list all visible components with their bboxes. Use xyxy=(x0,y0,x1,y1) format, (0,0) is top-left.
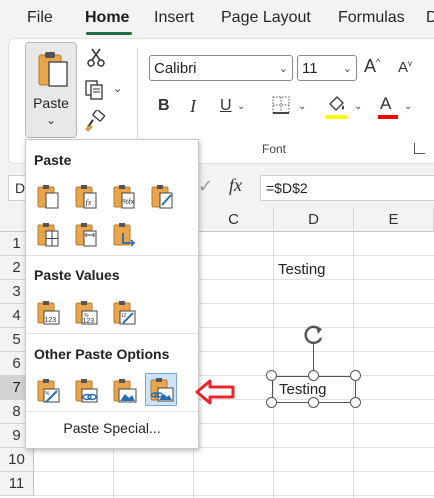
column-header-d[interactable]: D xyxy=(274,208,354,232)
paste-icon[interactable] xyxy=(35,183,61,211)
svg-text:123: 123 xyxy=(83,318,95,325)
active-tab-indicator xyxy=(86,32,132,35)
font-color-swatch xyxy=(378,115,398,119)
tab-insert[interactable]: Insert xyxy=(154,9,194,27)
resize-handle[interactable] xyxy=(350,370,361,381)
svg-text:12: 12 xyxy=(121,313,127,319)
font-color-button[interactable]: A xyxy=(380,94,391,114)
grid-line xyxy=(34,495,434,496)
tab-home[interactable]: Home xyxy=(85,9,129,27)
chevron-down-icon[interactable]: ⌄ xyxy=(113,82,122,95)
values-icon[interactable]: 123 xyxy=(35,299,61,327)
fill-color-swatch xyxy=(325,115,347,119)
no-borders-icon[interactable] xyxy=(35,221,61,249)
dialog-launcher-icon[interactable] xyxy=(414,143,425,154)
column-header-c[interactable]: C xyxy=(194,208,274,232)
chevron-down-icon[interactable]: ⌄ xyxy=(354,101,362,112)
scissors-icon[interactable] xyxy=(87,47,105,67)
paste-formulas-number-format-icon[interactable]: %fx xyxy=(111,183,137,211)
tab-file[interactable]: File xyxy=(27,9,53,27)
picture-icon[interactable] xyxy=(111,377,137,405)
font-group-label: Font xyxy=(262,142,287,156)
chevron-down-icon: ⌄ xyxy=(342,63,352,75)
ribbon-separator xyxy=(137,48,138,148)
grow-font-letter: A xyxy=(364,56,377,76)
values-number-format-icon[interactable]: % 123 xyxy=(73,299,99,327)
resize-handle[interactable] xyxy=(266,370,277,381)
row-header[interactable]: 10 xyxy=(0,448,34,472)
tab-formulas[interactable]: Formulas xyxy=(338,9,405,27)
formula-input[interactable]: =$D$2 xyxy=(260,175,434,201)
linked-picture-text: Testing xyxy=(279,381,327,398)
chevron-down-icon: ⌄ xyxy=(45,113,57,127)
resize-handle[interactable] xyxy=(266,397,277,408)
row-header[interactable]: 11 xyxy=(0,472,34,496)
font-size-dropdown[interactable]: 11 ⌄ xyxy=(297,55,357,81)
bold-button[interactable]: B xyxy=(158,97,170,115)
formula-value: =$D$2 xyxy=(266,180,308,196)
keep-source-formatting-icon[interactable] xyxy=(149,183,175,211)
clipboard-icon xyxy=(38,52,68,87)
chevron-down-icon[interactable]: ⌄ xyxy=(237,101,245,112)
name-box-value: D xyxy=(15,180,26,196)
increase-font-size-button[interactable]: A^ xyxy=(364,56,380,77)
svg-text:123: 123 xyxy=(45,317,57,324)
fill-color-icon[interactable] xyxy=(326,94,348,116)
keep-column-widths-icon[interactable] xyxy=(73,221,99,249)
menu-bar: File Home Insert Page Layout Formulas D xyxy=(0,0,434,38)
linked-picture-icon xyxy=(150,378,174,402)
resize-handle[interactable] xyxy=(308,397,319,408)
svg-text:%fx: %fx xyxy=(123,199,135,206)
values-source-formatting-icon[interactable]: 12 xyxy=(111,299,137,327)
font-size-value: 11 xyxy=(302,60,318,77)
grid-line xyxy=(34,471,434,472)
paste-button[interactable]: Paste ⌄ xyxy=(25,42,77,138)
column-header-e[interactable]: E xyxy=(354,208,434,232)
grid-line xyxy=(273,232,274,498)
tab-data[interactable]: D xyxy=(426,9,434,27)
cancel-check-icon[interactable]: ✓ xyxy=(198,176,213,197)
grid-line xyxy=(353,232,354,498)
chevron-down-icon[interactable]: ⌄ xyxy=(298,101,306,112)
formatting-icon[interactable]: % xyxy=(35,377,61,405)
section-paste-values: Paste Values xyxy=(34,267,120,283)
paste-options-menu: Paste fx %fx Paste Values 123 % 123 12 O… xyxy=(25,139,199,449)
menu-separator xyxy=(26,411,198,412)
italic-button[interactable]: I xyxy=(190,96,196,117)
menu-separator xyxy=(26,333,198,334)
svg-text:%: % xyxy=(45,391,50,397)
decrease-font-size-button[interactable]: Av xyxy=(398,59,412,76)
menu-separator xyxy=(26,255,198,256)
paste-formulas-icon[interactable]: fx xyxy=(73,183,99,211)
section-other-paste-options: Other Paste Options xyxy=(34,346,170,362)
paste-special-item[interactable]: Paste Special... xyxy=(26,420,198,436)
paste-label: Paste xyxy=(33,95,69,111)
paste-link-icon[interactable] xyxy=(73,377,99,405)
underline-button[interactable]: U xyxy=(220,97,232,115)
tab-page-layout[interactable]: Page Layout xyxy=(221,9,311,27)
chevron-down-icon: ⌄ xyxy=(278,63,288,75)
red-arrow-icon xyxy=(195,379,235,405)
resize-handle[interactable] xyxy=(350,397,361,408)
copy-icon[interactable] xyxy=(84,79,106,101)
chevron-down-icon[interactable]: ⌄ xyxy=(404,101,412,112)
shrink-font-letter: A xyxy=(398,59,409,76)
svg-text:fx: fx xyxy=(86,198,92,207)
format-painter-icon[interactable] xyxy=(84,110,106,132)
insert-function-button[interactable]: fx xyxy=(229,175,242,196)
linked-picture-option[interactable] xyxy=(145,373,177,406)
rotate-icon[interactable] xyxy=(301,322,327,348)
font-name-dropdown[interactable]: Calibri ⌄ xyxy=(149,55,293,81)
transpose-icon[interactable] xyxy=(111,221,137,249)
borders-icon[interactable] xyxy=(272,96,290,114)
resize-handle[interactable] xyxy=(308,370,319,381)
section-paste: Paste xyxy=(34,152,72,168)
font-name-value: Calibri xyxy=(154,60,197,77)
cell-d2[interactable]: Testing xyxy=(278,261,326,278)
